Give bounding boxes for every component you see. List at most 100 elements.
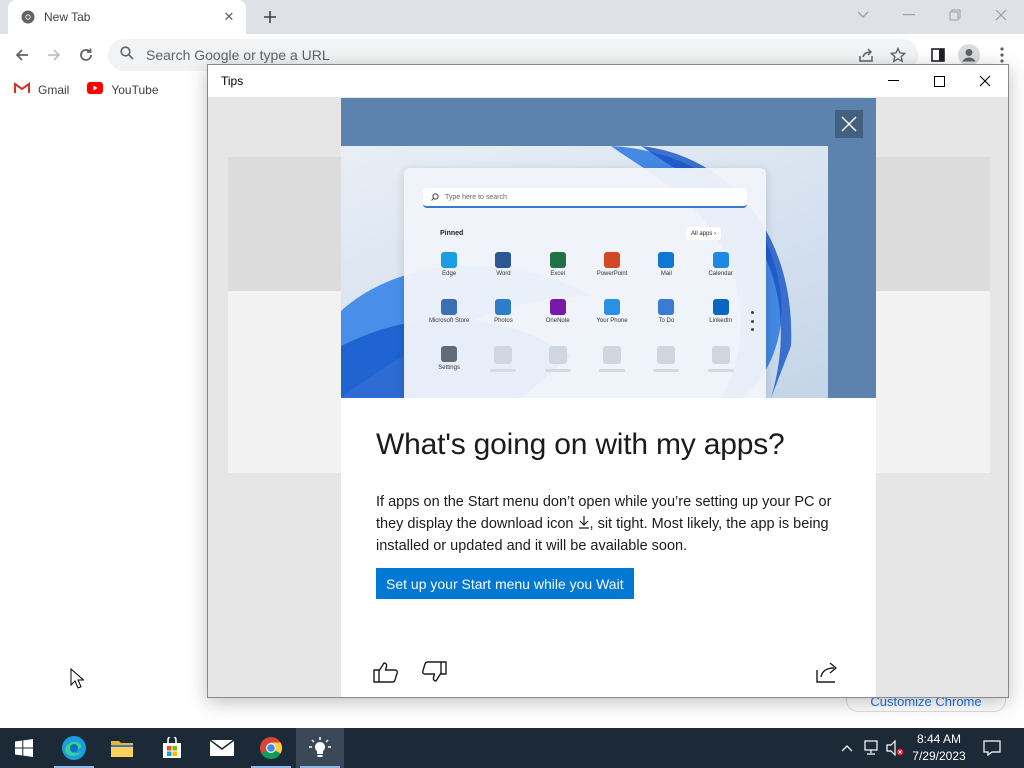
app-name: Your Phone — [596, 318, 628, 324]
empty-app-slot — [693, 346, 747, 393]
app-name: OneNote — [545, 318, 570, 324]
tips-maximize-button[interactable] — [916, 65, 962, 97]
tips-icon[interactable] — [296, 728, 344, 768]
empty-app-slot — [531, 346, 585, 393]
start-app-tile: Photos — [476, 299, 530, 346]
chrome-icon[interactable] — [247, 728, 295, 768]
app-tile-icon — [604, 252, 621, 268]
search-icon — [120, 45, 134, 65]
start-app-tile: Mail — [639, 252, 693, 299]
tab-search-icon[interactable] — [840, 0, 886, 30]
app-tile-icon — [604, 299, 621, 315]
gmail-icon — [14, 81, 30, 99]
start-search-box: Type here to search — [423, 188, 747, 208]
app-name: Edge — [442, 271, 457, 277]
empty-app-slot — [639, 346, 693, 393]
start-app-tile: Calendar — [693, 252, 747, 299]
app-name: Mail — [660, 271, 672, 277]
show-hidden-icons-icon[interactable] — [838, 728, 856, 768]
start-app-tile: OneNote — [531, 299, 585, 346]
tab-close-icon[interactable]: ✕ — [220, 8, 238, 26]
all-apps-button: All apps › — [686, 227, 722, 240]
hero-desktop-wallpaper: Type here to search Pinned All apps › Ed… — [341, 146, 828, 398]
bookmark-youtube[interactable]: YouTube — [87, 81, 159, 99]
thumbs-up-icon[interactable] — [371, 658, 401, 686]
tips-minimize-button[interactable] — [870, 65, 916, 97]
browser-restore-button[interactable] — [932, 0, 978, 30]
share-icon[interactable] — [813, 658, 843, 686]
start-icon[interactable] — [0, 728, 48, 768]
app-name: Photos — [494, 318, 513, 324]
browser-close-button[interactable] — [978, 0, 1024, 30]
app-name: To Do — [658, 318, 675, 324]
app-name: LinkedIn — [709, 318, 732, 324]
app-tile-icon — [712, 299, 729, 315]
app-name: PowerPoint — [596, 271, 628, 277]
bookmark-gmail[interactable]: Gmail — [14, 81, 69, 99]
app-tile-icon — [495, 299, 512, 315]
tip-card: Type here to search Pinned All apps › Ed… — [341, 98, 876, 697]
tip-hero-image: Type here to search Pinned All apps › Ed… — [341, 98, 876, 398]
tips-titlebar: Tips — [208, 65, 1008, 97]
bookmark-label: YouTube — [111, 83, 159, 97]
start-app-tile: Microsoft Store — [422, 299, 476, 346]
start-app-tile: Your Phone — [585, 299, 639, 346]
taskbar-clock[interactable]: 8:44 AM 7/29/2023 — [906, 731, 972, 765]
hero-close-icon[interactable] — [835, 110, 863, 138]
app-name: Settings — [438, 365, 460, 371]
app-tile-icon — [441, 299, 458, 315]
start-search-placeholder: Type here to search — [445, 193, 507, 201]
app-tile-icon — [712, 252, 729, 268]
start-app-tile: Word — [476, 252, 530, 299]
start-app-tile: Edge — [422, 252, 476, 299]
start-app-tile: Settings — [422, 346, 476, 393]
start-app-tile: LinkedIn — [693, 299, 747, 346]
tip-body: If apps on the Start menu don’t open whi… — [376, 494, 832, 554]
app-tile-icon — [658, 299, 675, 315]
tab-title: New Tab — [44, 10, 91, 24]
tips-window: Tips Type here to search Pinned All apps… — [207, 64, 1009, 698]
thumbs-down-icon[interactable] — [419, 658, 449, 686]
pinned-apps-grid: Edge Word Excel PowerPoint Mail Calendar Micro… — [422, 252, 752, 393]
more-pages-icon — [751, 311, 754, 331]
app-tile-icon — [441, 252, 458, 268]
app-name: Calendar — [708, 271, 733, 277]
app-tile-icon — [441, 346, 458, 362]
taskbar: 8:44 AM 7/29/2023 — [0, 728, 1024, 768]
clock-time: 8:44 AM — [916, 732, 962, 746]
tips-window-title: Tips — [221, 74, 244, 88]
youtube-icon — [87, 81, 104, 99]
chrome-favicon-icon — [20, 9, 36, 25]
app-name: Microsoft Store — [428, 318, 470, 324]
chrome-tabstrip: New Tab ✕ — [0, 0, 1024, 34]
app-tile-icon — [495, 252, 512, 268]
mail-icon[interactable] — [198, 728, 246, 768]
tips-close-button[interactable] — [962, 65, 1008, 97]
forward-button[interactable] — [42, 43, 66, 67]
pinned-label: Pinned — [440, 230, 464, 237]
edge-icon[interactable] — [50, 728, 98, 768]
back-button[interactable] — [10, 43, 34, 67]
mouse-cursor-icon — [70, 667, 85, 695]
clock-date: 7/29/2023 — [912, 749, 966, 763]
tab-new-tab[interactable]: New Tab ✕ — [8, 0, 246, 34]
reload-button[interactable] — [74, 43, 98, 67]
app-tile-icon — [658, 252, 675, 268]
network-icon[interactable] — [860, 728, 882, 768]
store-icon[interactable] — [148, 728, 196, 768]
file-explorer-icon[interactable] — [98, 728, 146, 768]
app-tile-icon — [549, 252, 566, 268]
start-app-tile: Excel — [531, 252, 585, 299]
search-icon — [431, 188, 439, 206]
empty-app-slot — [476, 346, 530, 393]
volume-muted-icon[interactable] — [884, 728, 906, 768]
tip-heading: What's going on with my apps? — [376, 428, 785, 461]
new-tab-button[interactable] — [258, 6, 282, 28]
browser-minimize-button[interactable] — [886, 0, 932, 30]
bookmark-label: Gmail — [38, 83, 70, 97]
start-app-tile: PowerPoint — [585, 252, 639, 299]
setup-start-menu-button[interactable]: Set up your Start menu while you Wait — [376, 568, 634, 599]
start-menu-preview: Type here to search Pinned All apps › Ed… — [404, 168, 766, 398]
app-name: Word — [496, 271, 511, 277]
notifications-icon[interactable] — [978, 728, 1006, 768]
